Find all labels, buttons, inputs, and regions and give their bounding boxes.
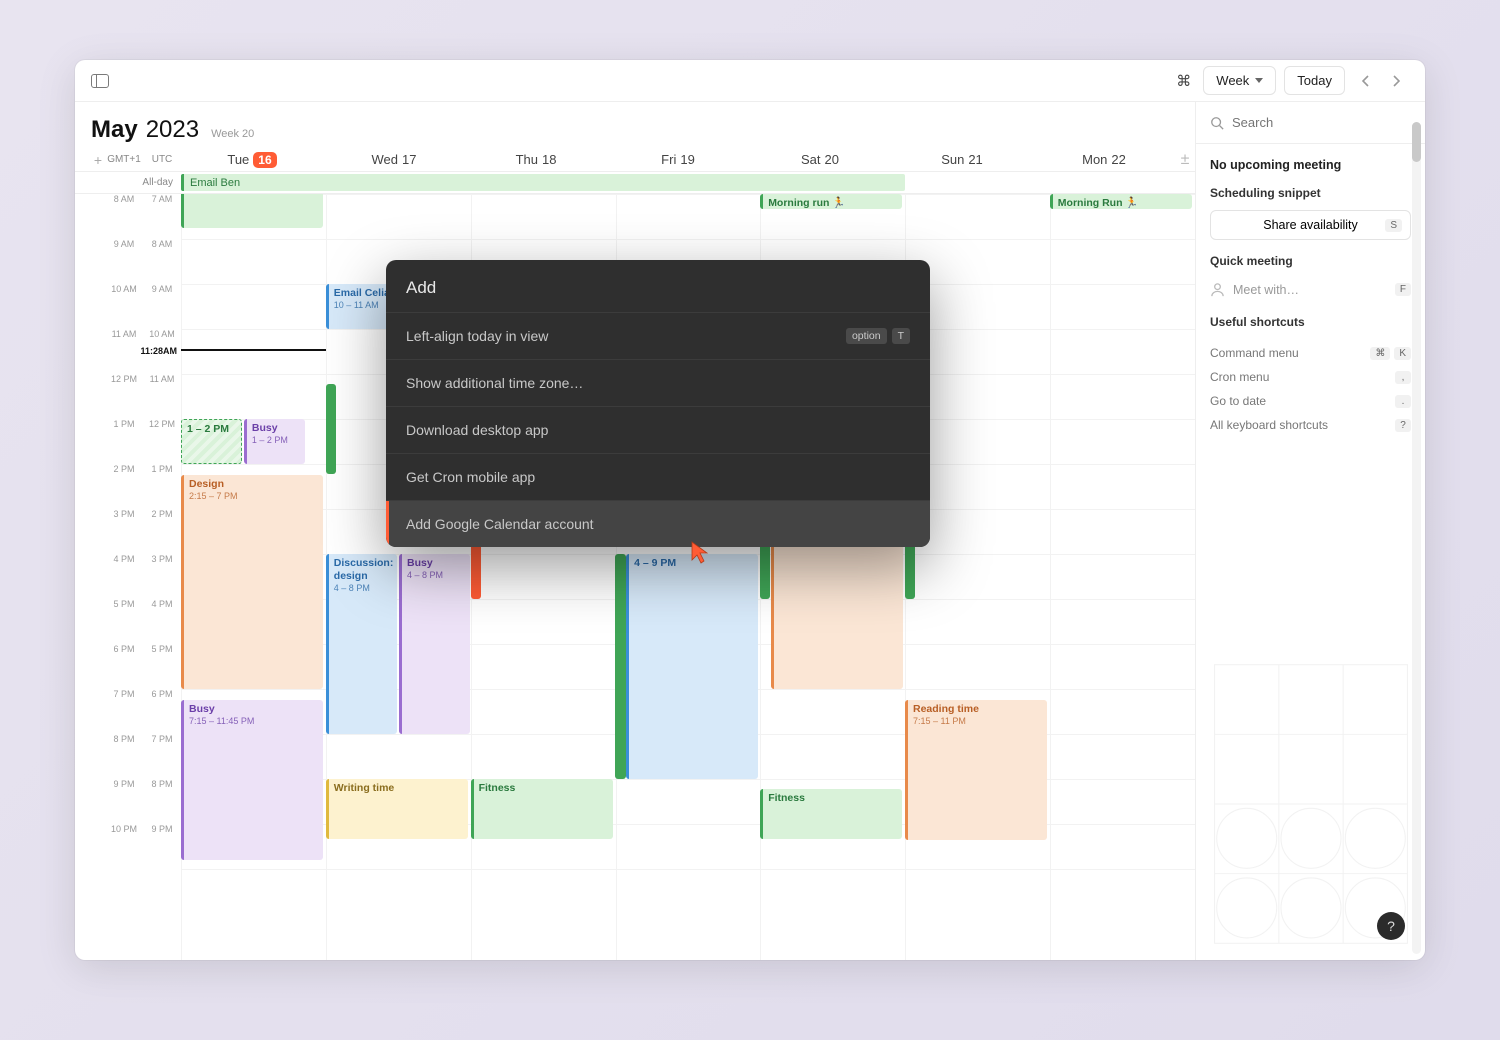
today-button[interactable]: Today xyxy=(1284,66,1345,95)
event-morning-run-mon[interactable]: Morning Run 🏃 xyxy=(1050,194,1192,209)
share-availability-button[interactable]: Share availability S xyxy=(1210,210,1411,240)
chevron-down-icon xyxy=(1255,78,1263,83)
event-discussion-design[interactable]: Discussion: design 4 – 8 PM xyxy=(326,554,397,734)
view-selector-label: Week xyxy=(1216,73,1249,88)
allday-row: All-day Email Ben xyxy=(75,172,1195,194)
quick-meeting-title: Quick meeting xyxy=(1210,254,1411,268)
hours-column-secondary: 7 AM8 AM9 AM10 AM11 AM12 PM1 PM2 PM3 PM4… xyxy=(143,194,181,960)
event-4-9-fri[interactable]: 4 – 9 PM xyxy=(626,554,758,779)
palette-title: Add xyxy=(386,260,930,312)
event-reading-time[interactable]: Reading time 7:15 – 11 PM xyxy=(905,700,1047,840)
event-green-bar-wed[interactable] xyxy=(326,384,336,474)
palette-item[interactable]: Show additional time zone… xyxy=(386,359,930,406)
right-sidebar: No upcoming meeting Scheduling snippet S… xyxy=(1195,102,1425,960)
event-fitness-sat[interactable]: Fitness xyxy=(760,789,902,839)
event-writing-time[interactable]: Writing time xyxy=(326,779,468,839)
help-button[interactable]: ? xyxy=(1377,912,1405,940)
hours-column-primary: 8 AM9 AM10 AM11 AM12 PM1 PM2 PM3 PM4 PM5… xyxy=(105,194,143,960)
shortcut-row[interactable]: Go to date. xyxy=(1210,389,1411,413)
day-header-wed[interactable]: Wed 17 xyxy=(323,152,465,168)
timezone-secondary-label: UTC xyxy=(143,154,181,165)
day-header-sun[interactable]: Sun 21 xyxy=(891,152,1033,168)
command-palette: Add Left-align today in viewoptionTShow … xyxy=(386,260,930,547)
decorative-pattern xyxy=(1203,654,1419,954)
event-design[interactable]: Design 2:15 – 7 PM xyxy=(181,475,323,689)
scheduling-snippet-title: Scheduling snippet xyxy=(1210,186,1411,200)
view-selector-button[interactable]: Week xyxy=(1203,66,1276,95)
share-availability-label: Share availability xyxy=(1263,218,1358,232)
shortcut-row[interactable]: Cron menu, xyxy=(1210,365,1411,389)
event-green-bar-fri[interactable] xyxy=(615,554,625,779)
day-header-thu[interactable]: Thu 18 xyxy=(465,152,607,168)
event-busy-4-8[interactable]: Busy 4 – 8 PM xyxy=(399,554,470,734)
palette-item[interactable]: Get Cron mobile app xyxy=(386,453,930,500)
meet-with-key: F xyxy=(1395,283,1411,296)
allday-label: All-day xyxy=(91,172,181,193)
useful-shortcuts-title: Useful shortcuts xyxy=(1210,315,1411,329)
event-busy-7-11[interactable]: Busy 7:15 – 11:45 PM xyxy=(181,700,323,860)
event-slot-1-2[interactable]: 1 – 2 PM xyxy=(181,419,242,464)
day-header-fri[interactable]: Fri 19 xyxy=(607,152,749,168)
person-icon xyxy=(1210,282,1225,297)
shortcut-row[interactable]: All keyboard shortcuts? xyxy=(1210,413,1411,437)
meet-with-placeholder: Meet with… xyxy=(1233,283,1299,297)
allday-event-email-ben[interactable]: Email Ben xyxy=(181,174,905,191)
timezone-toggle-button[interactable]: ± xyxy=(1175,151,1195,169)
shortcut-row[interactable]: Command menu⌘K xyxy=(1210,341,1411,365)
next-week-button[interactable] xyxy=(1383,67,1409,95)
week-label: Week 20 xyxy=(211,128,254,140)
day-header-sat[interactable]: Sat 20 xyxy=(749,152,891,168)
palette-item[interactable]: Add Google Calendar account xyxy=(386,500,930,547)
sidebar-toggle-icon[interactable] xyxy=(91,74,109,88)
upcoming-meeting-title: No upcoming meeting xyxy=(1210,158,1411,172)
palette-item[interactable]: Download desktop app xyxy=(386,406,930,453)
search-icon xyxy=(1210,116,1224,130)
scrollbar-thumb[interactable] xyxy=(1412,122,1421,162)
timezone-primary-label: GMT+1 xyxy=(105,154,143,165)
search-input[interactable] xyxy=(1232,115,1411,130)
day-header-mon[interactable]: Mon 22 xyxy=(1033,152,1175,168)
event-morning-run-tue[interactable]: Morning run 🏃 7:15 – 8:45 AM xyxy=(181,194,323,228)
event-fitness-thu[interactable]: Fitness xyxy=(471,779,613,839)
calendar-header: May 2023 Week 20 xyxy=(75,102,1195,148)
prev-week-button[interactable] xyxy=(1353,67,1379,95)
event-morning-run-sat[interactable]: Morning run 🏃 xyxy=(760,194,902,209)
year-label: 2023 xyxy=(146,116,199,144)
top-bar: ⌘ Week Today xyxy=(75,60,1425,102)
search-row[interactable] xyxy=(1196,102,1425,144)
today-badge: 16 xyxy=(253,152,276,168)
palette-item[interactable]: Left-align today in viewoptionT xyxy=(386,312,930,359)
day-header-tue[interactable]: Tue16 xyxy=(181,152,323,168)
command-icon[interactable]: ⌘ xyxy=(1176,72,1191,90)
add-timezone-button[interactable]: + xyxy=(91,152,105,168)
shortcuts-list: Command menu⌘KCron menu,Go to date.All k… xyxy=(1196,337,1425,441)
share-availability-key: S xyxy=(1385,219,1402,232)
now-time-label: 11:28AM xyxy=(140,346,181,356)
day-headers-row: + GMT+1 UTC Tue16Wed 17Thu 18Fri 19Sat 2… xyxy=(75,148,1195,172)
meet-with-row[interactable]: Meet with… F xyxy=(1210,278,1411,301)
event-busy-1-2[interactable]: Busy 1 – 2 PM xyxy=(244,419,305,464)
month-label: May xyxy=(91,116,138,144)
